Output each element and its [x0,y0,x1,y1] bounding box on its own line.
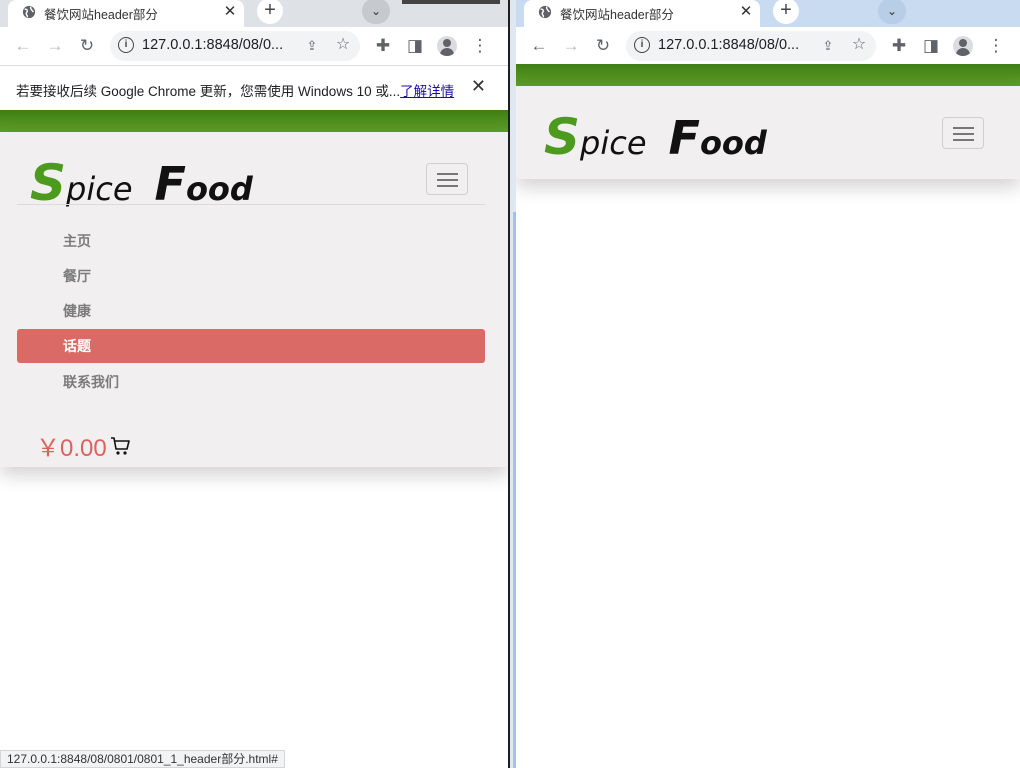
globe-icon [22,5,36,19]
window-edge [402,0,500,4]
nav-item-contact[interactable]: 联系我们 [17,365,485,399]
site-info-icon[interactable]: i [634,37,650,53]
status-bar-url: 127.0.0.1:8848/08/0801/0801_1_header部分.h… [0,750,285,768]
tab-search-button[interactable]: ⌄ [362,0,390,24]
tab-title: 餐饮网站header部分 [44,8,158,22]
reload-icon[interactable]: ↻ [589,32,617,60]
top-green-bar [0,110,508,132]
logo-letter-f: F [154,157,186,211]
logo-letter-s: S [544,108,581,166]
logo-word-pice: pice [580,124,647,162]
profile-avatar-icon[interactable] [437,36,457,56]
browser-window-right: 餐饮网站header部分 ✕ + ⌄ ← → ↻ i 127.0.0.1:884… [516,0,1020,768]
new-tab-button[interactable]: + [773,0,799,24]
forward-arrow-icon[interactable]: → [41,32,69,60]
share-icon[interactable]: ⇪ [302,36,322,56]
share-icon[interactable]: ⇪ [818,36,838,56]
side-panel-icon[interactable]: ◨ [401,32,429,60]
menu-kebab-icon[interactable]: ⋮ [982,32,1010,60]
address-bar[interactable]: i 127.0.0.1:8848/08/0... ⇪ ☆ [626,31,876,61]
browser-toolbar: ← → ↻ i 127.0.0.1:8848/08/0... ⇪ ☆ ✚ ◨ ⋮ [516,27,1020,65]
nav-item-health[interactable]: 健康 [17,294,485,328]
address-bar[interactable]: i 127.0.0.1:8848/08/0... ⇪ ☆ [110,31,360,61]
back-arrow-icon[interactable]: ← [525,32,553,60]
extensions-icon[interactable]: ✚ [369,32,397,60]
tab-title: 餐饮网站header部分 [560,8,674,22]
top-green-bar [516,64,1020,86]
tab-search-button[interactable]: ⌄ [878,0,906,24]
navbar-toggle-button[interactable] [426,163,468,195]
reload-icon[interactable]: ↻ [73,32,101,60]
navbar-toggle-button[interactable] [942,117,984,149]
browser-tab[interactable]: 餐饮网站header部分 ✕ [8,0,244,27]
browser-window-left: 餐饮网站header部分 ✕ + ⌄ ← → ↻ i 127.0.0.1:884… [0,0,508,768]
site-header: Spice Food [516,86,1020,179]
infobar-text: 若要接收后续 Google Chrome 更新，您需使用 Windows 10 … [16,84,401,99]
logo-word-ood: ood [699,124,767,162]
tab-strip: 餐饮网站header部分 ✕ + ⌄ [516,0,1020,27]
url-text: 127.0.0.1:8848/08/0... [142,37,284,53]
logo-letter-f: F [668,111,700,165]
logo-word-pice: pice [66,170,133,208]
spice-food-logo[interactable]: Spice Food [544,108,767,166]
infobar-learn-more-link[interactable]: 了解详情 [400,84,454,99]
cart-total[interactable]: ￥0.00 [36,428,107,463]
tab-close-icon[interactable]: ✕ [222,2,238,20]
browser-toolbar: ← → ↻ i 127.0.0.1:8848/08/0... ⇪ ☆ ✚ ◨ ⋮ [0,27,508,65]
menu-kebab-icon[interactable]: ⋮ [466,32,494,60]
site-header: Spice Food 主页 餐厅 健康 话题 联系我们 ￥0.00 [0,132,508,467]
new-tab-button[interactable]: + [257,0,283,24]
tab-strip: 餐饮网站header部分 ✕ + ⌄ [0,0,508,27]
infobar-close-icon[interactable]: ✕ [471,76,486,97]
nav-item-home[interactable]: 主页 [17,224,485,258]
logo-word-ood: ood [185,170,253,208]
browser-tab[interactable]: 餐饮网站header部分 ✕ [524,0,760,27]
url-text: 127.0.0.1:8848/08/0... [658,37,800,53]
window-divider [508,0,516,768]
nav-divider [17,204,485,205]
nav-item-restaurant[interactable]: 餐厅 [17,259,485,293]
tab-close-icon[interactable]: ✕ [738,2,754,20]
infobar-message: 若要接收后续 Google Chrome 更新，您需使用 Windows 10 … [16,80,454,100]
nav-item-topics[interactable]: 话题 [17,329,485,363]
back-arrow-icon[interactable]: ← [9,32,37,60]
site-info-icon[interactable]: i [118,37,134,53]
update-infobar: 若要接收后续 Google Chrome 更新，您需使用 Windows 10 … [0,65,508,110]
extensions-icon[interactable]: ✚ [885,32,913,60]
bookmark-star-icon[interactable]: ☆ [333,35,353,55]
side-panel-icon[interactable]: ◨ [917,32,945,60]
profile-avatar-icon[interactable] [953,36,973,56]
forward-arrow-icon[interactable]: → [557,32,585,60]
globe-icon [538,5,552,19]
shopping-cart-icon[interactable] [110,436,132,456]
bookmark-star-icon[interactable]: ☆ [849,35,869,55]
